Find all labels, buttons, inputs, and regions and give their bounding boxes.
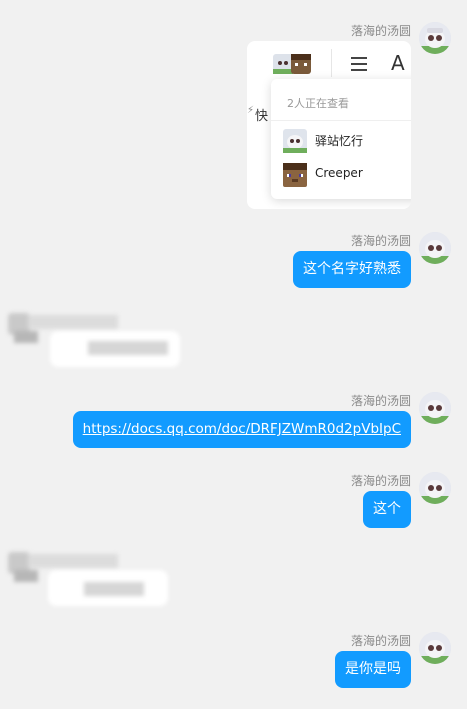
viewer-name: 驿站忆行 (315, 134, 364, 148)
message-bubble[interactable]: 这个 (363, 491, 411, 528)
sender-name: 落海的汤圆 (350, 234, 411, 248)
viewers-popup: 2人正在查看 驿站忆行 Creeper (271, 79, 411, 199)
shared-screenshot-image[interactable]: A ⚡ 快 2人正在查看 驿站忆行 Creeper (247, 41, 411, 209)
sender-name: 落海的汤圆 (350, 394, 411, 408)
sender-name: 落海的汤圆 (350, 634, 411, 648)
viewers-title: 2人正在查看 (287, 97, 349, 110)
sender-name: 落海的汤圆 (350, 24, 411, 38)
text-format-icon[interactable]: A (391, 51, 405, 75)
user-avatar[interactable] (419, 472, 451, 504)
viewer-name: Creeper (315, 166, 363, 180)
sender-name: 落海的汤圆 (350, 474, 411, 488)
anime-avatar-icon (283, 129, 307, 153)
viewer-row[interactable]: 驿站忆行 (283, 129, 411, 153)
message-bubble: https://docs.qq.com/doc/DRFJZWmR0d2pVbIp… (72, 411, 411, 448)
viewer-avatars (273, 53, 313, 75)
divider (331, 49, 332, 77)
redacted-message (8, 552, 178, 610)
creeper-avatar-icon (283, 163, 307, 187)
lightning-icon: ⚡ (247, 105, 255, 116)
toolbar-partial-label: ⚡ 快 (247, 105, 269, 124)
doc-link[interactable]: https://docs.qq.com/doc/DRFJZWmR0d2pVbIp… (83, 421, 401, 437)
redacted-message (8, 313, 188, 371)
message-bubble[interactable]: 是你是吗 (335, 651, 411, 688)
divider (271, 120, 411, 121)
user-avatar[interactable] (419, 632, 451, 664)
hamburger-icon[interactable] (351, 55, 369, 71)
viewer-row[interactable]: Creeper (283, 163, 411, 187)
user-avatar[interactable] (419, 232, 451, 264)
message-bubble[interactable]: 这个名字好熟悉 (293, 251, 411, 288)
user-avatar[interactable] (419, 22, 451, 54)
user-avatar[interactable] (419, 392, 451, 424)
